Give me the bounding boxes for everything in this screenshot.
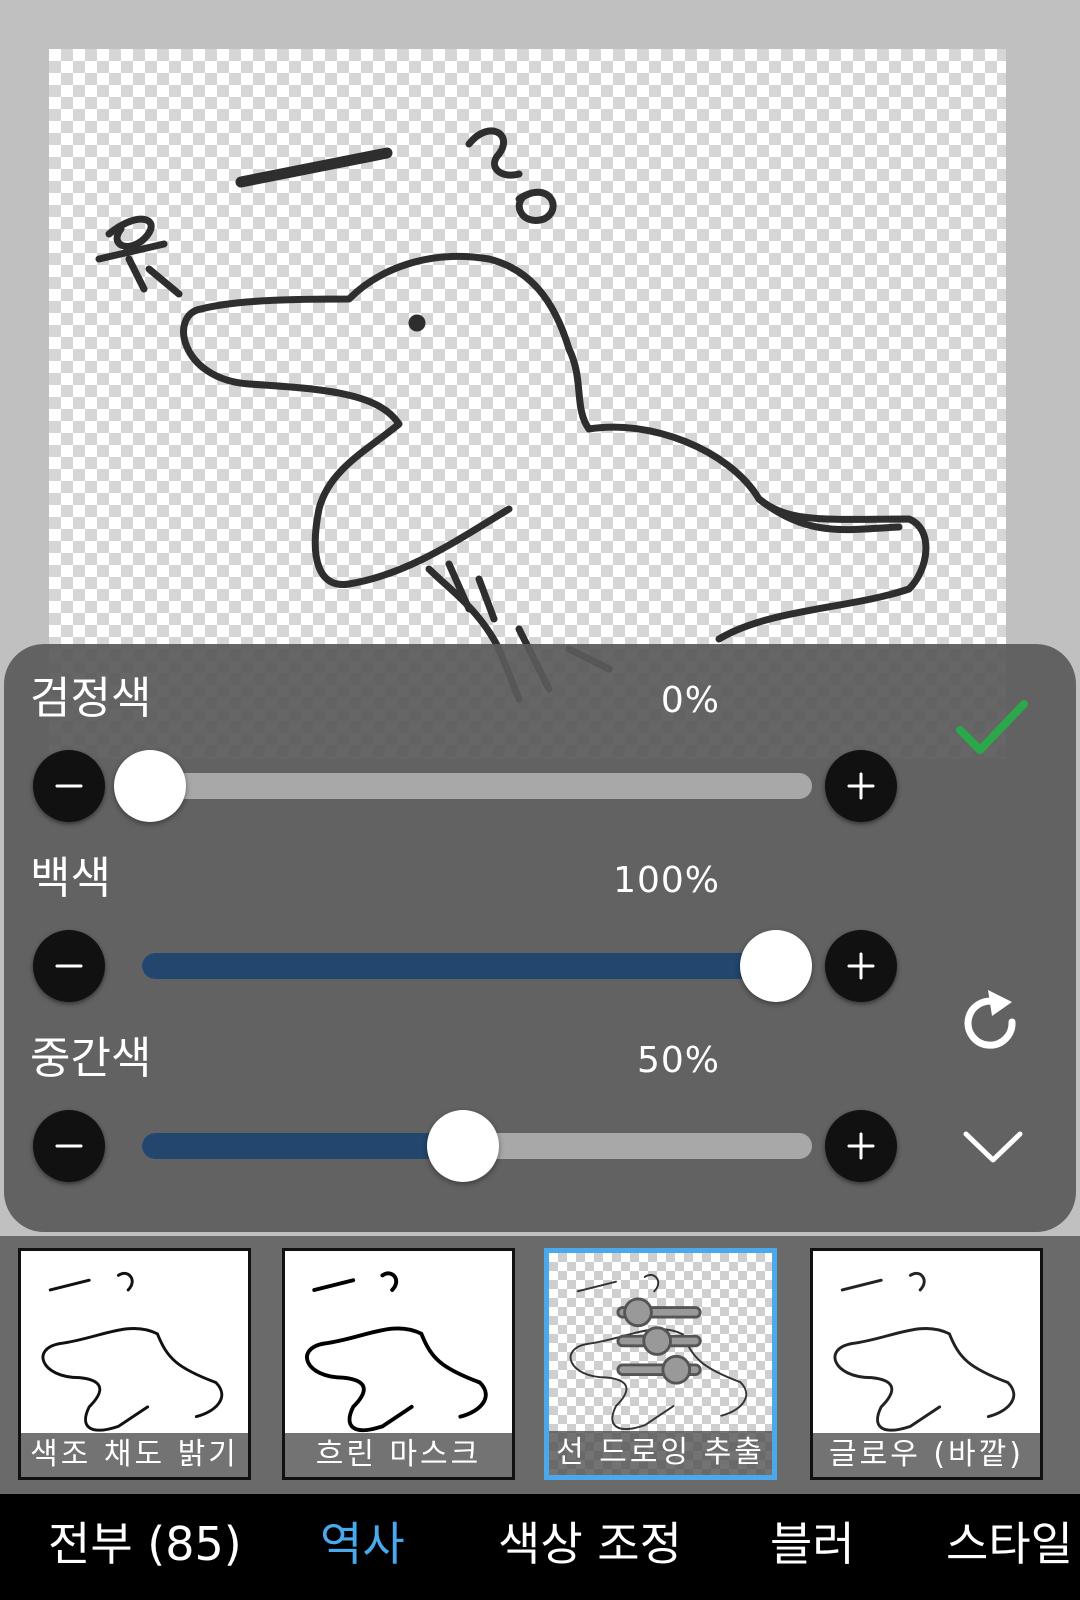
tab-history[interactable]: 역사 [320,1494,405,1600]
tab-blur[interactable]: 블러 [770,1494,855,1600]
preset-glow-outer[interactable]: 글로우 (바깥) [810,1248,1043,1480]
collapse-panel-button[interactable] [958,1122,1028,1172]
preset-label: 선 드로잉 추출 [549,1431,772,1475]
filter-adjustment-panel: 검정색 0% 백색 100% 중간색 50% [4,644,1076,1232]
preset-line-drawing-extract[interactable]: 선 드로잉 추출 [544,1248,777,1480]
tab-all[interactable]: 전부 (85) [48,1494,242,1600]
white-point-slider[interactable] [142,930,812,1002]
midtone-label: 중간색 [30,1033,152,1084]
preset-hue-saturation-brightness[interactable]: 색조 채도 밝기 [18,1248,251,1480]
midtone-decrease-button[interactable] [33,1110,105,1182]
tab-color-adjust[interactable]: 색상 조정 [498,1494,682,1600]
refresh-icon [964,990,1016,1049]
white-point-slider-thumb[interactable] [740,930,812,1002]
minus-icon [55,964,83,968]
plus-icon [847,952,875,980]
preset-label: 색조 채도 밝기 [21,1433,248,1477]
confirm-button[interactable] [952,694,1032,764]
white-point-decrease-button[interactable] [33,930,105,1002]
black-point-slider[interactable] [114,750,812,822]
midtone-increase-button[interactable] [825,1110,897,1182]
black-point-label: 검정색 [30,673,152,724]
tab-style[interactable]: 스타일 [946,1494,1073,1600]
black-point-slider-thumb[interactable] [114,750,186,822]
midtone-value: 50% [636,1040,720,1081]
filter-preset-strip: 색조 채도 밝기 흐린 마스크 선 드로잉 추출 글로우 (바깥) [0,1236,1080,1494]
white-point-label: 백색 [30,853,111,904]
chevron-down-icon [963,1131,1023,1163]
minus-icon [55,784,83,788]
minus-icon [55,1144,83,1148]
check-icon [956,700,1028,754]
white-point-slider-fill [142,953,789,979]
preset-label: 글로우 (바깥) [813,1433,1040,1477]
midtone-slider-thumb[interactable] [427,1110,499,1182]
plus-icon [847,1132,875,1160]
preset-label: 흐린 마스크 [285,1433,512,1477]
white-point-value: 100% [613,860,720,901]
black-point-decrease-button[interactable] [33,750,105,822]
preset-blur-mask[interactable]: 흐린 마스크 [282,1248,515,1480]
midtone-slider[interactable] [142,1110,812,1182]
black-point-increase-button[interactable] [825,750,897,822]
filter-category-bar: 전부 (85) 역사 색상 조정 블러 스타일 [0,1494,1080,1600]
black-point-value: 0% [660,680,720,721]
midtone-slider-fill [142,1133,476,1159]
white-point-increase-button[interactable] [825,930,897,1002]
reset-button[interactable] [958,986,1028,1060]
plus-icon [847,772,875,800]
